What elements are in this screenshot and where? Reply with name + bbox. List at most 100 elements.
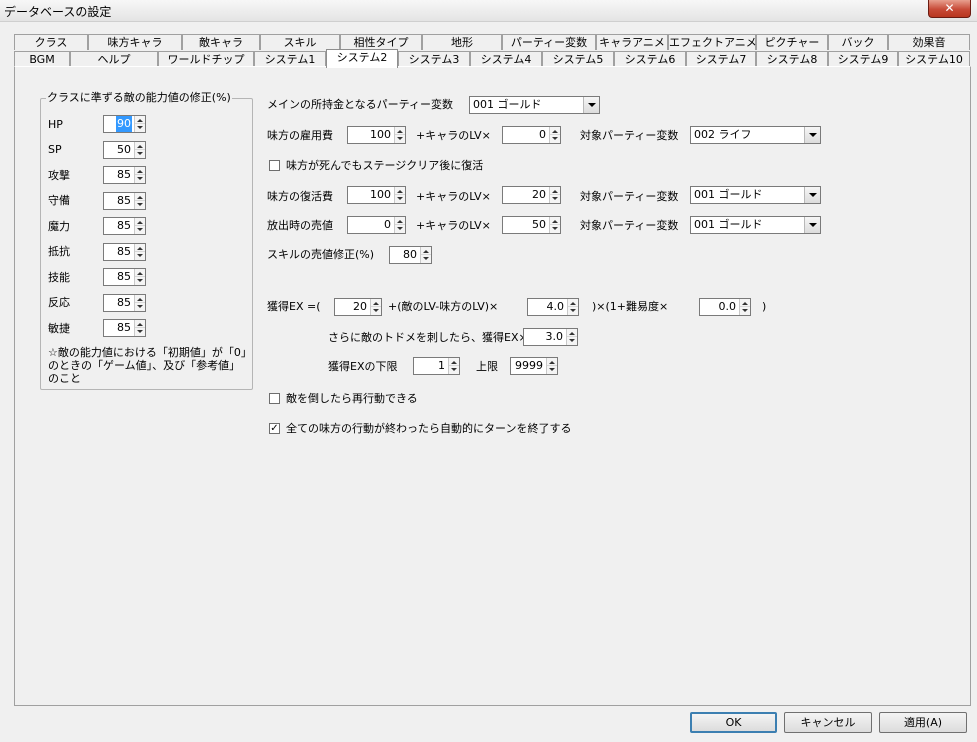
stat-value-agility[interactable]: 85 (117, 320, 133, 336)
cancel-button[interactable]: キャンセル (784, 712, 872, 733)
tab-help[interactable]: ヘルプ (70, 51, 158, 67)
autoturn-checkbox-label[interactable]: 全ての味方の行動が終わったら自動的にターンを終了する (286, 422, 571, 436)
tab-system6[interactable]: システム6 (614, 51, 686, 67)
spin-arrows-icon[interactable] (134, 320, 145, 336)
exp-base-spin[interactable]: 20 (334, 298, 382, 316)
spin-arrows-icon[interactable] (134, 269, 145, 285)
exp-max-value[interactable]: 9999 (515, 358, 545, 374)
revive-perlv-spin[interactable]: 20 (502, 186, 561, 204)
dropdown-arrow-icon[interactable] (804, 217, 820, 233)
stat-value-defense[interactable]: 85 (117, 193, 133, 209)
stat-value-resist[interactable]: 85 (117, 244, 133, 260)
tab-system3[interactable]: システム3 (398, 51, 470, 67)
spin-arrows-icon[interactable] (134, 193, 145, 209)
stat-spin-sp[interactable]: 50 (103, 141, 146, 159)
tab-picture[interactable]: ピクチャー (756, 34, 828, 50)
tab-back[interactable]: バック (828, 34, 888, 50)
reaction-checkbox[interactable] (269, 393, 280, 404)
reaction-checkbox-label[interactable]: 敵を倒したら再行動できる (286, 392, 418, 406)
dropdown-arrow-icon[interactable] (583, 97, 599, 113)
exp-min-spin[interactable]: 1 (413, 357, 460, 375)
ok-button[interactable]: OK (690, 712, 777, 733)
apply-button[interactable]: 適用(A) (879, 712, 967, 733)
tab-world-chip[interactable]: ワールドチップ (158, 51, 254, 67)
exp-base-value[interactable]: 20 (353, 299, 369, 315)
exp-max-spin[interactable]: 9999 (510, 357, 558, 375)
hire-perlv-spin[interactable]: 0 (502, 126, 561, 144)
stat-spin-resist[interactable]: 85 (103, 243, 146, 261)
hire-base-value[interactable]: 100 (370, 127, 393, 143)
revive-base-value[interactable]: 100 (370, 187, 393, 203)
revive-base-spin[interactable]: 100 (347, 186, 406, 204)
tab-terrain[interactable]: 地形 (422, 34, 502, 50)
tab-skill[interactable]: スキル (260, 34, 340, 50)
stat-value-reaction[interactable]: 85 (117, 295, 133, 311)
revive-target-select[interactable]: 001 ゴールド (690, 186, 821, 204)
spin-arrows-icon[interactable] (394, 127, 405, 143)
release-base-value[interactable]: 0 (384, 217, 393, 233)
exp-factor-spin[interactable]: 4.0 (527, 298, 579, 316)
exp-factor-value[interactable]: 4.0 (547, 299, 567, 315)
spin-arrows-icon[interactable] (394, 217, 405, 233)
tab-affinity-type[interactable]: 相性タイプ (340, 34, 422, 50)
stat-value-sp[interactable]: 50 (117, 142, 133, 158)
hire-perlv-value[interactable]: 0 (539, 127, 548, 143)
tab-enemy-chara[interactable]: 敵キャラ (182, 34, 260, 50)
hire-target-select[interactable]: 002 ライフ (690, 126, 821, 144)
release-base-spin[interactable]: 0 (347, 216, 406, 234)
hire-base-spin[interactable]: 100 (347, 126, 406, 144)
tab-bgm[interactable]: BGM (14, 51, 70, 67)
release-target-select[interactable]: 001 ゴールド (690, 216, 821, 234)
tab-sound-effect[interactable]: 効果音 (888, 34, 970, 50)
dropdown-arrow-icon[interactable] (804, 127, 820, 143)
close-button[interactable]: ✕ (928, 0, 971, 18)
spin-arrows-icon[interactable] (448, 358, 459, 374)
tab-system4[interactable]: システム4 (470, 51, 542, 67)
spin-arrows-icon[interactable] (549, 127, 560, 143)
spin-arrows-icon[interactable] (394, 187, 405, 203)
tab-chara-anime[interactable]: キャラアニメ (596, 34, 668, 50)
tab-effect-anime[interactable]: エフェクトアニメ (668, 34, 757, 50)
stat-spin-attack[interactable]: 85 (103, 166, 146, 184)
spin-arrows-icon[interactable] (567, 299, 578, 315)
stat-spin-magic[interactable]: 85 (103, 217, 146, 235)
main-money-select[interactable]: 001 ゴールド (469, 96, 600, 114)
stat-value-magic[interactable]: 85 (117, 218, 133, 234)
spin-arrows-icon[interactable] (546, 358, 557, 374)
skill-sell-value[interactable]: 80 (403, 247, 419, 263)
tab-system10[interactable]: システム10 (898, 51, 970, 67)
revive-checkbox[interactable] (269, 160, 280, 171)
spin-arrows-icon[interactable] (134, 142, 145, 158)
stat-spin-agility[interactable]: 85 (103, 319, 146, 337)
tab-system9[interactable]: システム9 (828, 51, 898, 67)
spin-arrows-icon[interactable] (420, 247, 431, 263)
spin-arrows-icon[interactable] (134, 218, 145, 234)
tab-system7[interactable]: システム7 (686, 51, 756, 67)
tab-ally-chara[interactable]: 味方キャラ (88, 34, 182, 50)
spin-arrows-icon[interactable] (370, 299, 381, 315)
stat-value-skill[interactable]: 85 (117, 269, 133, 285)
spin-arrows-icon[interactable] (134, 167, 145, 183)
spin-arrows-icon[interactable] (566, 329, 577, 345)
exp-difficulty-spin[interactable]: 0.0 (699, 298, 751, 316)
tab-class[interactable]: クラス (14, 34, 88, 50)
stat-value-hp[interactable]: 90 (116, 116, 132, 132)
stat-spin-defense[interactable]: 85 (103, 192, 146, 210)
dropdown-arrow-icon[interactable] (804, 187, 820, 203)
tab-system2[interactable]: システム2 (326, 49, 398, 68)
revive-checkbox-label[interactable]: 味方が死んでもステージクリア後に復活 (286, 159, 483, 173)
tab-system5[interactable]: システム5 (542, 51, 614, 67)
skill-sell-spin[interactable]: 80 (389, 246, 432, 264)
exp-finish-spin[interactable]: 3.0 (523, 328, 578, 346)
spin-arrows-icon[interactable] (739, 299, 750, 315)
spin-arrows-icon[interactable] (134, 116, 145, 132)
exp-difficulty-value[interactable]: 0.0 (719, 299, 739, 315)
stat-spin-skill[interactable]: 85 (103, 268, 146, 286)
tab-system8[interactable]: システム8 (756, 51, 828, 67)
stat-value-attack[interactable]: 85 (117, 167, 133, 183)
tab-party-variable[interactable]: パーティー変数 (502, 34, 596, 50)
stat-spin-reaction[interactable]: 85 (103, 294, 146, 312)
stat-spin-hp[interactable]: 90 (103, 115, 146, 133)
spin-arrows-icon[interactable] (549, 217, 560, 233)
release-perlv-value[interactable]: 50 (532, 217, 548, 233)
